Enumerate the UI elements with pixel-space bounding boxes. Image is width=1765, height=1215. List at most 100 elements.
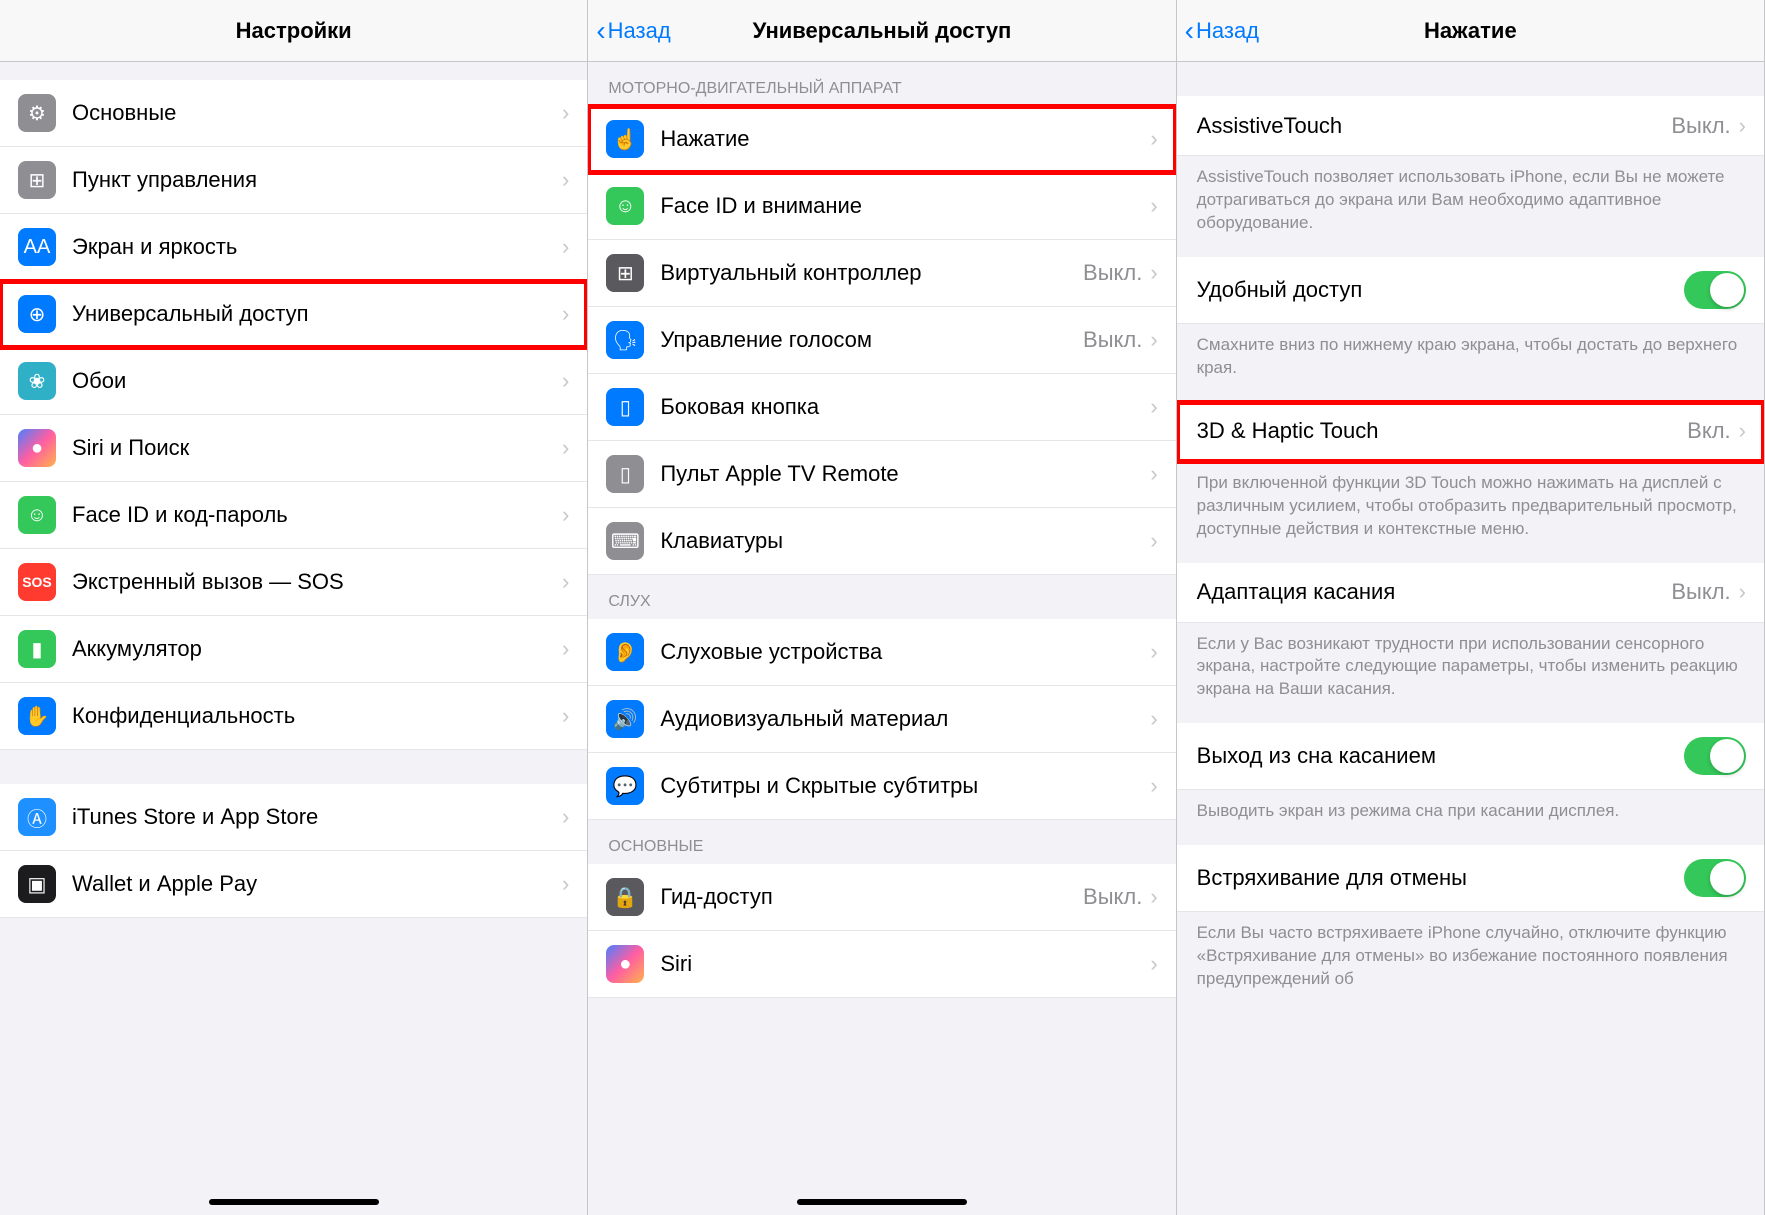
row-label: Конфиденциальность bbox=[72, 703, 562, 729]
chevron-right-icon: › bbox=[1150, 193, 1157, 219]
chevron-right-icon: › bbox=[562, 167, 569, 193]
row-value: Выкл. bbox=[1083, 884, 1142, 910]
section-header: ОСНОВНЫЕ bbox=[588, 820, 1175, 864]
chevron-right-icon: › bbox=[1150, 126, 1157, 152]
chevron-right-icon: › bbox=[1150, 327, 1157, 353]
accessibility-icon: ⊕ bbox=[18, 295, 56, 333]
chevron-right-icon: › bbox=[1739, 418, 1746, 444]
row-label: Выход из сна касанием bbox=[1197, 743, 1684, 769]
settings-row[interactable]: ☝ Нажатие › bbox=[588, 106, 1175, 173]
section-footer: Выводить экран из режима сна при касании… bbox=[1177, 790, 1764, 845]
settings-row[interactable]: 🔊 Аудиовизуальный материал › bbox=[588, 686, 1175, 753]
settings-row[interactable]: 3D & Haptic Touch Вкл.› bbox=[1177, 402, 1764, 462]
row-label: Встряхивание для отмены bbox=[1197, 865, 1684, 891]
chevron-right-icon: › bbox=[562, 234, 569, 260]
control-center-icon: ⊞ bbox=[18, 161, 56, 199]
privacy-icon: ✋ bbox=[18, 697, 56, 735]
settings-row[interactable]: ⚙ Основные › bbox=[0, 80, 587, 147]
back-label: Назад bbox=[1196, 18, 1259, 44]
row-label: Wallet и Apple Pay bbox=[72, 871, 562, 897]
settings-row[interactable]: ▮ Аккумулятор › bbox=[0, 616, 587, 683]
row-label: Управление голосом bbox=[660, 327, 1083, 353]
chevron-right-icon: › bbox=[1150, 528, 1157, 554]
page-title: Универсальный доступ bbox=[753, 18, 1012, 44]
display-icon: AA bbox=[18, 228, 56, 266]
section-footer: При включенной функции 3D Touch можно на… bbox=[1177, 462, 1764, 563]
chevron-right-icon: › bbox=[1150, 639, 1157, 665]
settings-row[interactable]: AA Экран и яркость › bbox=[0, 214, 587, 281]
settings-row[interactable]: ▣ Wallet и Apple Pay › bbox=[0, 851, 587, 918]
appstore-icon: Ⓐ bbox=[18, 798, 56, 836]
settings-row[interactable]: SOS Экстренный вызов — SOS › bbox=[0, 549, 587, 616]
row-label: Удобный доступ bbox=[1197, 277, 1684, 303]
settings-row[interactable]: Удобный доступ bbox=[1177, 257, 1764, 324]
settings-row[interactable]: 🗣 Управление голосом Выкл. › bbox=[588, 307, 1175, 374]
settings-row[interactable]: ❀ Обои › bbox=[0, 348, 587, 415]
chevron-right-icon: › bbox=[562, 100, 569, 126]
settings-row[interactable]: AssistiveTouch Выкл.› bbox=[1177, 96, 1764, 156]
row-label: Экстренный вызов — SOS bbox=[72, 569, 562, 595]
chevron-right-icon: › bbox=[562, 301, 569, 327]
settings-row[interactable]: 👂 Слуховые устройства › bbox=[588, 619, 1175, 686]
row-label: Слуховые устройства bbox=[660, 639, 1150, 665]
chevron-right-icon: › bbox=[562, 804, 569, 830]
settings-row[interactable]: ● Siri и Поиск › bbox=[0, 415, 587, 482]
settings-panel: Настройки ⚙ Основные › ⊞ Пункт управлени… bbox=[0, 0, 588, 1215]
row-value: Выкл. bbox=[1083, 327, 1142, 353]
chevron-right-icon: › bbox=[1150, 706, 1157, 732]
guided-access-icon: 🔒 bbox=[606, 878, 644, 916]
toggle-switch[interactable] bbox=[1684, 859, 1746, 897]
row-value: Выкл. bbox=[1083, 260, 1142, 286]
row-label: Адаптация касания bbox=[1197, 579, 1672, 605]
row-label: Аккумулятор bbox=[72, 636, 562, 662]
row-label: iTunes Store и App Store bbox=[72, 804, 562, 830]
settings-row[interactable]: ● Siri › bbox=[588, 931, 1175, 998]
section-footer: Смахните вниз по нижнему краю экрана, чт… bbox=[1177, 324, 1764, 402]
row-label: 3D & Haptic Touch bbox=[1197, 418, 1688, 444]
row-label: Гид-доступ bbox=[660, 884, 1083, 910]
settings-row[interactable]: ☺ Face ID и внимание › bbox=[588, 173, 1175, 240]
settings-row[interactable]: Выход из сна касанием bbox=[1177, 723, 1764, 790]
settings-row[interactable]: Адаптация касания Выкл.› bbox=[1177, 563, 1764, 623]
row-label: Siri bbox=[660, 951, 1150, 977]
accessibility-list: МОТОРНО-ДВИГАТЕЛЬНЫЙ АППАРАТ ☝ Нажатие ›… bbox=[588, 62, 1175, 1215]
touch-list: AssistiveTouch Выкл.› AssistiveTouch поз… bbox=[1177, 62, 1764, 1215]
row-label: Боковая кнопка bbox=[660, 394, 1150, 420]
settings-row[interactable]: Встряхивание для отмены bbox=[1177, 845, 1764, 912]
tv-remote-icon: ▯ bbox=[606, 455, 644, 493]
faceid-attention-icon: ☺ bbox=[606, 187, 644, 225]
toggle-switch[interactable] bbox=[1684, 271, 1746, 309]
chevron-right-icon: › bbox=[1739, 579, 1746, 605]
back-button[interactable]: ‹ Назад bbox=[1185, 15, 1259, 47]
settings-row[interactable]: ☺ Face ID и код-пароль › bbox=[0, 482, 587, 549]
chevron-right-icon: › bbox=[1739, 113, 1746, 139]
row-label: Аудиовизуальный материал bbox=[660, 706, 1150, 732]
row-label: Нажатие bbox=[660, 126, 1150, 152]
settings-row[interactable]: ⊞ Виртуальный контроллер Выкл. › bbox=[588, 240, 1175, 307]
siri-icon2: ● bbox=[606, 945, 644, 983]
settings-row[interactable]: 💬 Субтитры и Скрытые субтитры › bbox=[588, 753, 1175, 820]
settings-row[interactable]: ✋ Конфиденциальность › bbox=[0, 683, 587, 750]
home-indicator bbox=[209, 1199, 379, 1205]
row-label: Экран и яркость bbox=[72, 234, 562, 260]
settings-row[interactable]: ⌨ Клавиатуры › bbox=[588, 508, 1175, 575]
side-button-icon: ▯ bbox=[606, 388, 644, 426]
settings-row[interactable]: Ⓐ iTunes Store и App Store › bbox=[0, 784, 587, 851]
section-header: МОТОРНО-ДВИГАТЕЛЬНЫЙ АППАРАТ bbox=[588, 62, 1175, 106]
row-label: Пульт Apple TV Remote bbox=[660, 461, 1150, 487]
row-label: Face ID и внимание bbox=[660, 193, 1150, 219]
chevron-right-icon: › bbox=[562, 636, 569, 662]
chevron-right-icon: › bbox=[562, 435, 569, 461]
chevron-right-icon: › bbox=[562, 871, 569, 897]
settings-row[interactable]: 🔒 Гид-доступ Выкл. › bbox=[588, 864, 1175, 931]
back-button[interactable]: ‹ Назад bbox=[596, 15, 670, 47]
chevron-right-icon: › bbox=[562, 569, 569, 595]
chevron-right-icon: › bbox=[1150, 260, 1157, 286]
settings-row[interactable]: ⊞ Пункт управления › bbox=[0, 147, 587, 214]
voice-control-icon: 🗣 bbox=[606, 321, 644, 359]
settings-row[interactable]: ⊕ Универсальный доступ › bbox=[0, 281, 587, 348]
settings-list: ⚙ Основные › ⊞ Пункт управления › AA Экр… bbox=[0, 62, 587, 1215]
settings-row[interactable]: ▯ Боковая кнопка › bbox=[588, 374, 1175, 441]
settings-row[interactable]: ▯ Пульт Apple TV Remote › bbox=[588, 441, 1175, 508]
toggle-switch[interactable] bbox=[1684, 737, 1746, 775]
